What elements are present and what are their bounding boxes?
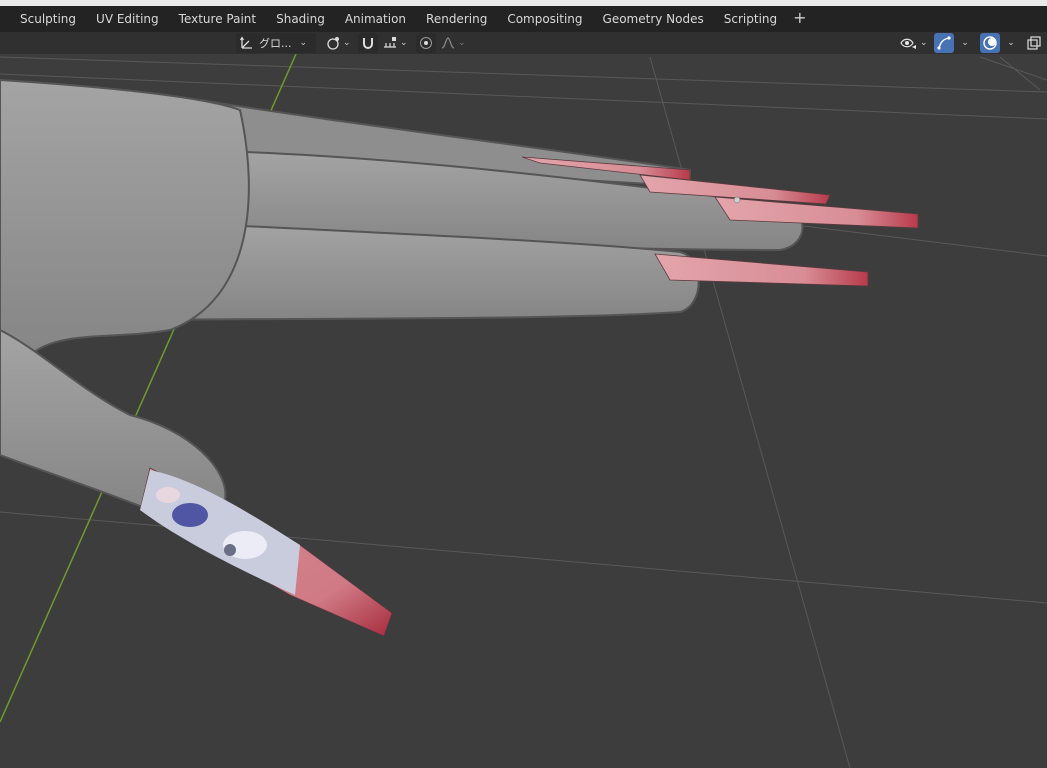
pivot-point-dropdown[interactable]: ⌄ [322, 33, 352, 53]
transform-orientation-label: グロ... [259, 37, 292, 50]
pivot-point-icon [327, 37, 339, 50]
gizmo-icon [937, 36, 951, 50]
gizmo-toggle[interactable] [934, 33, 954, 53]
snap-magnet-icon [363, 38, 373, 49]
eye-visibility-icon [900, 38, 916, 49]
chevron-down-icon: ⌄ [920, 38, 928, 48]
tab-uv-editing[interactable]: UV Editing [86, 6, 169, 32]
chevron-down-icon: ⌄ [458, 38, 466, 48]
chevron-down-icon: ⌄ [343, 38, 351, 48]
transform-orientation-dropdown[interactable]: グロ... ⌄ [236, 33, 316, 53]
viewport-header: グロ... ⌄ ⌄ ⌄ ⌄ ⌄ ⌄ ⌄ [0, 32, 1047, 54]
tab-rendering[interactable]: Rendering [416, 6, 497, 32]
overlay-icon [983, 36, 997, 50]
overlay-toggle[interactable] [980, 33, 1000, 53]
tab-texture-paint[interactable]: Texture Paint [169, 6, 266, 32]
overlay-dropdown[interactable]: ⌄ [1002, 33, 1018, 53]
tab-sculpting[interactable]: Sculpting [0, 6, 86, 32]
gizmo-dropdown[interactable]: ⌄ [956, 33, 972, 53]
chevron-down-icon: ⌄ [299, 38, 308, 48]
tab-shading[interactable]: Shading [266, 6, 335, 32]
proportional-edit-icon [420, 37, 432, 49]
workspace-tabs: Sculpting UV Editing Texture Paint Shadi… [0, 6, 1047, 32]
chevron-down-icon: ⌄ [961, 38, 969, 48]
snap-toggle[interactable] [358, 33, 378, 53]
viewport-scene [0, 54, 1047, 768]
visibility-dropdown[interactable]: ⌄ [898, 33, 930, 53]
falloff-curve-icon [441, 37, 455, 49]
snap-increment-icon [384, 37, 396, 48]
add-workspace-button[interactable]: + [787, 6, 812, 32]
tab-compositing[interactable]: Compositing [497, 6, 592, 32]
chevron-down-icon: ⌄ [1007, 38, 1015, 48]
proportional-edit-toggle[interactable] [416, 33, 436, 53]
chevron-down-icon: ⌄ [400, 38, 408, 48]
nail-jewel [733, 196, 741, 204]
tab-scripting[interactable]: Scripting [714, 6, 787, 32]
transform-orientation-icon [239, 36, 252, 49]
tab-geometry-nodes[interactable]: Geometry Nodes [593, 6, 714, 32]
snap-target-dropdown[interactable]: ⌄ [380, 33, 410, 53]
tab-animation[interactable]: Animation [335, 6, 416, 32]
xray-toggle[interactable] [1024, 33, 1044, 53]
3d-viewport[interactable] [0, 54, 1047, 768]
hand-mesh [0, 78, 804, 518]
xray-icon [1027, 36, 1041, 50]
falloff-dropdown[interactable]: ⌄ [438, 33, 468, 53]
